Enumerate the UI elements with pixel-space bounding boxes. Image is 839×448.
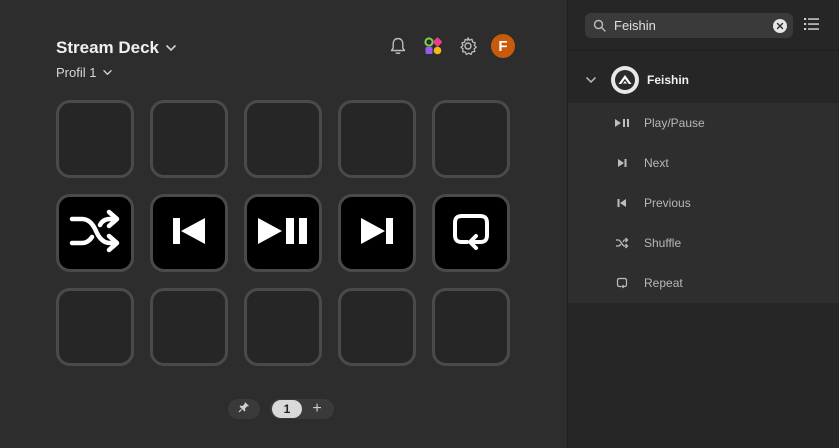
- action-label: Next: [644, 156, 669, 170]
- action-label: Shuffle: [644, 236, 682, 250]
- deck-key-empty[interactable]: [150, 100, 228, 178]
- list-view-toggle[interactable]: [803, 16, 821, 37]
- sidebar-divider: [568, 50, 839, 51]
- deck-key-play-pause[interactable]: [244, 194, 322, 272]
- chevron-down-icon: [165, 44, 177, 52]
- pin-icon: [238, 400, 250, 418]
- page-1-button[interactable]: 1: [272, 400, 302, 418]
- app-title: Stream Deck: [56, 38, 160, 57]
- action-label: Play/Pause: [644, 116, 705, 130]
- device-selector[interactable]: Stream Deck: [56, 38, 177, 58]
- deck-key-empty[interactable]: [244, 100, 322, 178]
- list-icon: [803, 16, 821, 37]
- action-shuffle[interactable]: Shuffle: [568, 223, 839, 263]
- previous-icon: [614, 198, 630, 208]
- actions-sidebar: Feishin Play/Pause Next Previous Shuffle: [567, 0, 839, 448]
- bell-icon[interactable]: [386, 34, 410, 58]
- action-label: Repeat: [644, 276, 683, 290]
- close-icon: [776, 17, 784, 35]
- plugin-group-feishin[interactable]: Feishin: [568, 60, 839, 100]
- play-pause-icon: [256, 215, 310, 252]
- deck-key-empty[interactable]: [244, 288, 322, 366]
- next-icon: [614, 158, 630, 168]
- chevron-down-icon: [102, 69, 113, 76]
- deck-key-next[interactable]: [338, 194, 416, 272]
- deck-key-shuffle[interactable]: [56, 194, 134, 272]
- deck-key-empty[interactable]: [338, 288, 416, 366]
- action-repeat[interactable]: Repeat: [568, 263, 839, 303]
- key-grid: [56, 100, 510, 366]
- previous-icon: [169, 215, 209, 252]
- action-next[interactable]: Next: [568, 143, 839, 183]
- play-pause-icon: [614, 118, 630, 128]
- repeat-icon: [614, 277, 630, 289]
- plugin-name: Feishin: [647, 73, 690, 87]
- deck-key-empty[interactable]: [56, 100, 134, 178]
- deck-key-empty[interactable]: [56, 288, 134, 366]
- shuffle-icon: [614, 237, 630, 249]
- main-canvas: Stream Deck Profil 1 F 1 +: [0, 0, 567, 448]
- deck-key-previous[interactable]: [150, 194, 228, 272]
- marketplace-icon[interactable]: [421, 34, 445, 58]
- deck-key-empty[interactable]: [150, 288, 228, 366]
- deck-key-empty[interactable]: [432, 100, 510, 178]
- feishin-logo-icon: [611, 66, 639, 94]
- search-icon: [593, 19, 606, 32]
- deck-key-empty[interactable]: [432, 288, 510, 366]
- avatar[interactable]: F: [491, 34, 515, 58]
- deck-key-empty[interactable]: [338, 100, 416, 178]
- action-list: Play/Pause Next Previous Shuffle Repeat: [568, 103, 839, 303]
- search-box: [585, 13, 793, 38]
- pin-button[interactable]: [228, 399, 260, 419]
- add-page-button[interactable]: +: [302, 400, 332, 418]
- action-play-pause[interactable]: Play/Pause: [568, 103, 839, 143]
- page-navigator: 1 +: [228, 399, 334, 419]
- next-icon: [357, 215, 397, 252]
- search-input[interactable]: [612, 17, 766, 34]
- chevron-down-icon: [585, 76, 597, 84]
- deck-key-repeat[interactable]: [432, 194, 510, 272]
- action-previous[interactable]: Previous: [568, 183, 839, 223]
- gear-icon[interactable]: [456, 34, 480, 58]
- profile-selector[interactable]: Profil 1: [56, 65, 113, 80]
- action-label: Previous: [644, 196, 691, 210]
- profile-label: Profil 1: [56, 65, 97, 80]
- clear-search-button[interactable]: [773, 17, 787, 35]
- repeat-icon: [449, 209, 493, 258]
- shuffle-icon: [69, 209, 121, 258]
